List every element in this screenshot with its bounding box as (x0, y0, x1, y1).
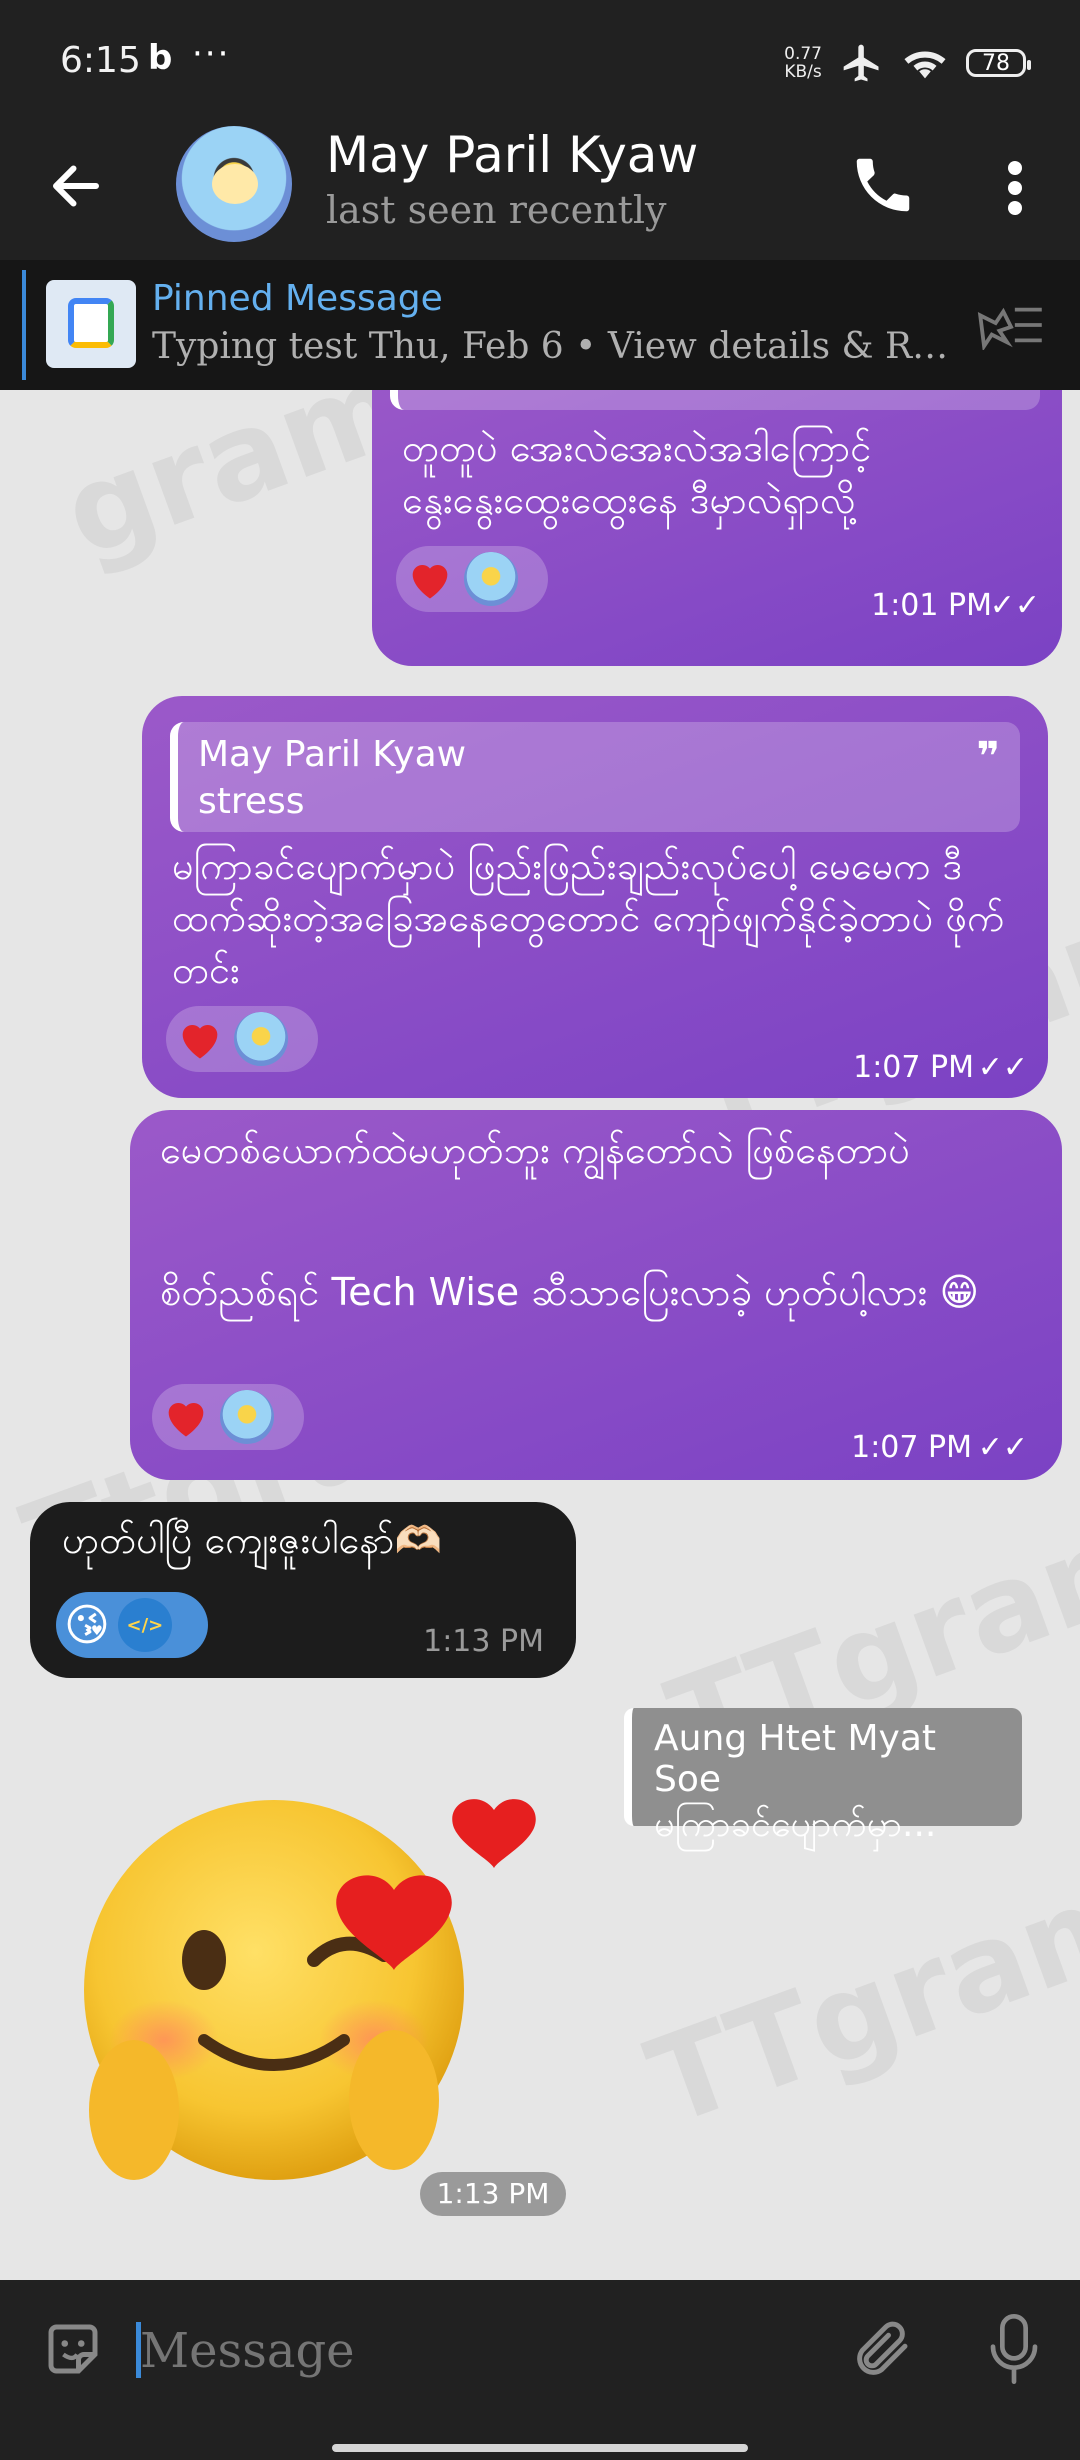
battery-level: 78 (982, 50, 1010, 76)
chat-header: May Paril Kyaw last seen recently (0, 122, 1080, 260)
network-speed-value: 0.77 (784, 44, 822, 64)
read-receipt-icon: ✓✓ (977, 1050, 1028, 1085)
network-speed-unit: KB/s (784, 62, 822, 82)
paperclip-icon[interactable] (850, 2314, 916, 2384)
reactions[interactable]: 😘 </> (56, 1592, 208, 1658)
contact-name[interactable]: May Paril Kyaw (326, 126, 698, 184)
calendar-icon (46, 280, 136, 368)
message-bubble[interactable]: မေတစ်ယောက်ထဲမဟုတ်ဘူး ကျွန်တော်လဲ ဖြစ်နေတ… (130, 1110, 1062, 1480)
sticker-emoji-icon[interactable] (40, 2316, 106, 2382)
more-notifications-icon: ··· (192, 34, 231, 74)
message-time: 1:13 PM (423, 1624, 544, 1659)
message-bubble-incoming[interactable]: ဟုတ်ပါပြီ ကျေးဇူးပါနော်🫶🏻 😘 </> 1:13 PM (30, 1502, 576, 1678)
reply-quote[interactable]: May Paril Kyaw stress ❞ (170, 722, 1020, 832)
status-bar: 6:15 b ··· 0.77 KB/s 78 (0, 0, 1080, 122)
message-text: မေတစ်ယောက်ထဲမဟုတ်ဘူး ကျွန်တော်လဲ ဖြစ်နေတ… (160, 1128, 910, 1172)
heart-icon[interactable] (174, 1013, 226, 1065)
sticker-reply-quote[interactable]: Aung Htet Myat Soe မကြာခင်ပျောက်မှာ... (624, 1708, 1022, 1845)
pinned-text: Typing test Thu, Feb 6 • View details & … (152, 326, 952, 367)
notification-icon: b (148, 38, 173, 78)
wallpaper-watermark: gram (46, 390, 425, 585)
reactor-avatar (234, 1012, 288, 1066)
heart-icon[interactable] (404, 553, 456, 605)
home-indicator[interactable] (332, 2444, 748, 2452)
reactions[interactable] (166, 1006, 318, 1072)
sticker-time: 1:13 PM (420, 2172, 566, 2216)
network-speed: 0.77 KB/s (784, 45, 822, 81)
message-text: ဟုတ်ပါပြီ ကျေးဇူးပါနော်🫶🏻 (62, 1518, 442, 1562)
wink-emoji-sticker[interactable] (74, 1770, 554, 2190)
pinned-title: Pinned Message (152, 278, 443, 319)
reactor-avatar (464, 552, 518, 606)
airplane-icon (843, 44, 879, 82)
pinned-message-bar[interactable]: Pinned Message Typing test Thu, Feb 6 • … (0, 260, 1080, 390)
message-time: 1:07 PM (851, 1430, 972, 1465)
status-time: 6:15 (60, 40, 141, 81)
reply-quote (390, 390, 1040, 410)
chat-area[interactable]: gram TTgram Ttgra TTgram TTgram တူတူပဲ အ… (0, 390, 1080, 2280)
kiss-emoji-icon[interactable]: 😘 (64, 1600, 110, 1651)
message-input-bar (0, 2280, 1080, 2460)
contact-status: last seen recently (326, 188, 667, 232)
message-input[interactable] (140, 2316, 820, 2386)
status-indicators: 0.77 KB/s 78 (784, 38, 1031, 88)
reply-sender: Aung Htet Myat Soe (654, 1718, 936, 1800)
wallpaper-watermark: TTgram (631, 1845, 1080, 2154)
microphone-icon[interactable] (986, 2310, 1042, 2388)
reactions[interactable] (152, 1384, 304, 1450)
message-bubble[interactable]: May Paril Kyaw stress ❞ မကြာခင်ပျောက်မှာ… (142, 696, 1048, 1098)
reply-sender: May Paril Kyaw (198, 734, 467, 775)
battery-icon: 78 (966, 49, 1031, 77)
wifi-icon (904, 51, 946, 79)
quote-icon: ❞ (976, 734, 1000, 780)
avatar[interactable] (176, 126, 292, 242)
message-time: 1:01 PM (871, 588, 992, 623)
read-receipt-icon: ✓✓ (977, 1430, 1028, 1465)
more-vertical-icon[interactable] (1000, 158, 1030, 218)
message-text: တူတူပဲ အေးလဲအေးလဲအဒါကြောင့် နွေးနွေးထွေး… (402, 426, 872, 522)
read-receipt-icon: ✓✓ (989, 588, 1040, 623)
reactor-avatar: </> (117, 1598, 172, 1652)
heart-icon[interactable] (160, 1391, 212, 1443)
message-time: 1:07 PM (853, 1050, 974, 1085)
arrow-left-icon[interactable] (46, 156, 106, 216)
reactions[interactable] (396, 546, 548, 612)
message-bubble[interactable]: တူတူပဲ အေးလဲအေးလဲအဒါကြောင့် နွေးနွေးထွေး… (372, 390, 1062, 666)
reactor-avatar (220, 1390, 274, 1444)
pinned-indicator (22, 270, 26, 380)
phone-icon[interactable] (848, 150, 918, 220)
reply-text: stress (198, 781, 305, 822)
message-text: စိတ်ညစ်ရင် Tech Wise ဆီသာပြေးလာခဲ့ ဟုတ်ပ… (160, 1270, 980, 1314)
reply-text: မကြာခင်ပျောက်မှာ... (654, 1804, 937, 1845)
message-text: မကြာခင်ပျောက်မှာပဲ ဖြည်းဖြည်းချည်းလုပ်ပေ… (172, 844, 1005, 992)
unpin-icon[interactable] (976, 300, 1046, 350)
